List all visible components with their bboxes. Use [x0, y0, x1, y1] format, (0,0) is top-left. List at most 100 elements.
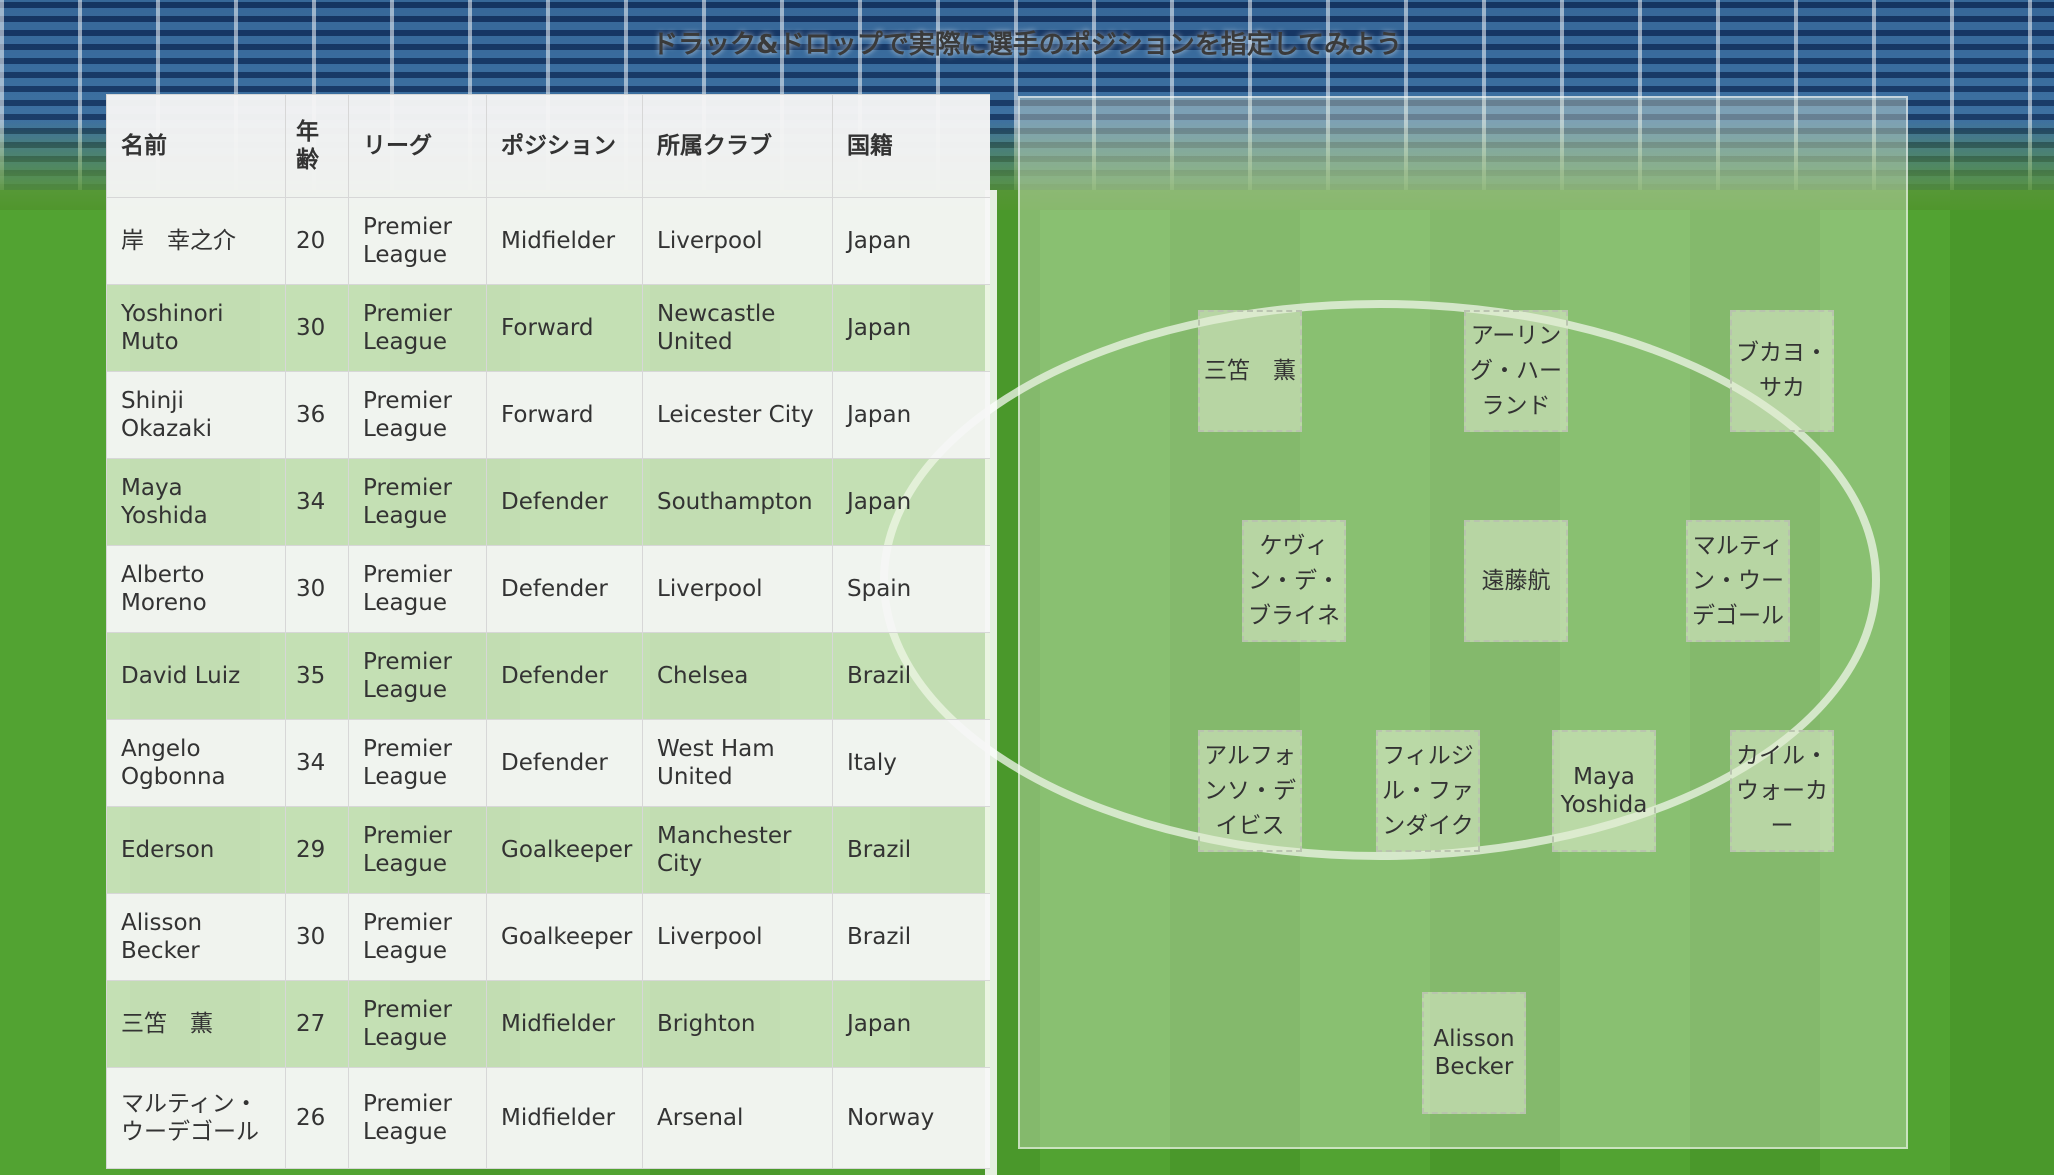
- cell-club: Liverpool: [642, 893, 833, 981]
- cell-club: Southampton: [642, 458, 833, 546]
- cell-position: Forward: [486, 371, 643, 459]
- header-club: 所属クラブ: [642, 94, 833, 198]
- header-name: 名前: [106, 94, 286, 198]
- player-card-davies[interactable]: アルフォンソ・デイビス: [1198, 730, 1302, 852]
- cell-nationality: Spain: [832, 545, 990, 633]
- cell-position: Defender: [486, 545, 643, 633]
- cell-league: Premier League: [348, 719, 487, 807]
- cell-age: 30: [285, 893, 349, 981]
- player-card-saka[interactable]: ブカヨ・サカ: [1730, 310, 1834, 432]
- cell-name: Yoshinori Muto: [106, 284, 286, 372]
- cell-club: Liverpool: [642, 545, 833, 633]
- cell-nationality: Norway: [832, 1067, 990, 1169]
- cell-nationality: Brazil: [832, 632, 990, 720]
- cell-nationality: Japan: [832, 371, 990, 459]
- cell-nationality: Japan: [832, 980, 990, 1068]
- player-table-container: 名前 年齢 リーグ ポジション 所属クラブ 国籍 岸 幸之介 20 Premier …: [106, 94, 990, 1175]
- cell-club: Newcastle United: [642, 284, 833, 372]
- header-league: リーグ: [348, 94, 487, 198]
- table-row: 岸 幸之介 20 Premier League Midfielder Liverpool…: [106, 197, 990, 285]
- cell-league: Premier League: [348, 197, 487, 285]
- cell-age: 20: [285, 197, 349, 285]
- cell-age: 35: [285, 632, 349, 720]
- cell-position: Forward: [486, 284, 643, 372]
- cell-league: Premier League: [348, 1067, 487, 1169]
- player-card-mitoma[interactable]: 三笘 薫: [1198, 310, 1302, 432]
- player-card-endo[interactable]: 遠藤航: [1464, 520, 1568, 642]
- cell-age: 26: [285, 1067, 349, 1169]
- cell-club: Manchester City: [642, 806, 833, 894]
- cell-club: Liverpool: [642, 197, 833, 285]
- cell-age: 30: [285, 284, 349, 372]
- cell-position: Goalkeeper: [486, 893, 643, 981]
- cell-league: Premier League: [348, 893, 487, 981]
- table-row: Yoshinori Muto 30 Premier League Forward New…: [106, 284, 990, 372]
- table-row: Alisson Becker 30 Premier League Goalkeeper…: [106, 893, 990, 981]
- player-card-vandijk[interactable]: フィルジル・ファンダイク: [1376, 730, 1480, 852]
- player-card-walker[interactable]: カイル・ウォーカー: [1730, 730, 1834, 852]
- cell-league: Premier League: [348, 632, 487, 720]
- cell-nationality: Japan: [832, 197, 990, 285]
- formation-board[interactable]: 三笘 薫 アーリング・ハーランド ブカヨ・サカ ケヴィン・デ・ブライネ 遠藤航 …: [1018, 96, 1908, 1149]
- cell-nationality: Italy: [832, 719, 990, 807]
- cell-club: Arsenal: [642, 1067, 833, 1169]
- cell-name: 岸 幸之介: [106, 197, 286, 285]
- cell-name: Alisson Becker: [106, 893, 286, 981]
- cell-league: Premier League: [348, 980, 487, 1068]
- table-body: 岸 幸之介 20 Premier League Midfielder Liverpool…: [106, 197, 990, 1169]
- player-card-alisson[interactable]: Alisson Becker: [1422, 992, 1526, 1114]
- cell-club: Brighton: [642, 980, 833, 1068]
- table-header-row: 名前 年齢 リーグ ポジション 所属クラブ 国籍: [106, 94, 990, 198]
- player-card-yoshida[interactable]: Maya Yoshida: [1552, 730, 1656, 852]
- cell-league: Premier League: [348, 284, 487, 372]
- cell-position: Defender: [486, 632, 643, 720]
- cell-position: Midfielder: [486, 980, 643, 1068]
- table-row: Maya Yoshida 34 Premier League Defender Sout…: [106, 458, 990, 546]
- cell-name: David Luiz: [106, 632, 286, 720]
- table-row: マルティン・ウーデゴール 26 Premier League Midfielder Ar…: [106, 1067, 990, 1169]
- cell-age: 34: [285, 719, 349, 807]
- cell-position: Midfielder: [486, 1067, 643, 1169]
- cell-position: Midfielder: [486, 197, 643, 285]
- cell-nationality: Japan: [832, 458, 990, 546]
- cell-nationality: Brazil: [832, 806, 990, 894]
- cell-name: Angelo Ogbonna: [106, 719, 286, 807]
- page-title: ドラック&ドロップで実際に選手のポジションを指定してみよう: [652, 30, 1402, 60]
- cell-league: Premier League: [348, 458, 487, 546]
- cell-age: 34: [285, 458, 349, 546]
- table-row: 三笘 薫 27 Premier League Midfielder Brighton Ja…: [106, 980, 990, 1068]
- player-card-haaland[interactable]: アーリング・ハーランド: [1464, 310, 1568, 432]
- cell-age: 30: [285, 545, 349, 633]
- table-row: Angelo Ogbonna 34 Premier League Defender We…: [106, 719, 990, 807]
- cell-age: 29: [285, 806, 349, 894]
- table-row: Shinji Okazaki 36 Premier League Forward Lei…: [106, 371, 990, 459]
- header-nationality: 国籍: [832, 94, 990, 198]
- cell-age: 36: [285, 371, 349, 459]
- player-card-odegaard[interactable]: マルティン・ウーデゴール: [1686, 520, 1790, 642]
- cell-league: Premier League: [348, 545, 487, 633]
- cell-nationality: Brazil: [832, 893, 990, 981]
- cell-age: 27: [285, 980, 349, 1068]
- cell-name: Maya Yoshida: [106, 458, 286, 546]
- cell-name: Ederson: [106, 806, 286, 894]
- player-card-debruyne[interactable]: ケヴィン・デ・ブライネ: [1242, 520, 1346, 642]
- cell-league: Premier League: [348, 371, 487, 459]
- header-age: 年齢: [285, 94, 349, 198]
- cell-club: West Ham United: [642, 719, 833, 807]
- header-position: ポジション: [486, 94, 643, 198]
- cell-name: マルティン・ウーデゴール: [106, 1067, 286, 1169]
- table-row: David Luiz 35 Premier League Defender Chelse…: [106, 632, 990, 720]
- table-row: Ederson 29 Premier League Goalkeeper Manches…: [106, 806, 990, 894]
- cell-club: Chelsea: [642, 632, 833, 720]
- cell-nationality: Japan: [832, 284, 990, 372]
- cell-club: Leicester City: [642, 371, 833, 459]
- cell-position: Goalkeeper: [486, 806, 643, 894]
- cell-position: Defender: [486, 458, 643, 546]
- cell-name: 三笘 薫: [106, 980, 286, 1068]
- cell-league: Premier League: [348, 806, 487, 894]
- cell-position: Defender: [486, 719, 643, 807]
- cell-name: Shinji Okazaki: [106, 371, 286, 459]
- cell-name: Alberto Moreno: [106, 545, 286, 633]
- table-row: Alberto Moreno 30 Premier League Defender Li…: [106, 545, 990, 633]
- player-table: 名前 年齢 リーグ ポジション 所属クラブ 国籍 岸 幸之介 20 Premier …: [106, 94, 990, 1169]
